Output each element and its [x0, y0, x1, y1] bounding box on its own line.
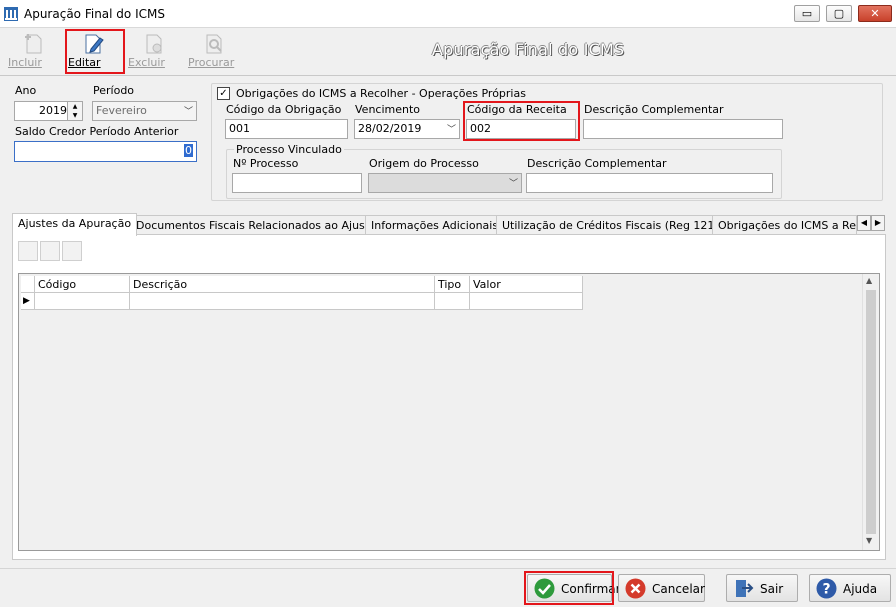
periodo-label: Período: [93, 84, 135, 97]
obrigacoes-label: Obrigações do ICMS a Recolher - Operaçõe…: [236, 87, 526, 100]
bottom-bar: Confirmar Cancelar Sair ? Ajuda: [0, 568, 896, 607]
ajuda-label: Ajuda: [843, 582, 878, 596]
grid-cell-valor[interactable]: [470, 293, 583, 310]
grid-add-icon[interactable]: [18, 241, 38, 261]
maximize-button[interactable]: ▢: [826, 5, 852, 22]
screen-title: Apuração Final do ICMS: [432, 40, 625, 59]
processo-group-label: Processo Vinculado: [234, 143, 344, 156]
tab-obrigacoes[interactable]: Obrigações do ICMS a Rec: [712, 215, 857, 235]
scroll-thumb[interactable]: [866, 290, 876, 534]
grid-header-descricao[interactable]: Descrição: [130, 276, 435, 293]
grid-indicator-header: [21, 276, 35, 293]
excluir-button[interactable]: Excluir: [128, 30, 180, 72]
grid-scrollbar[interactable]: ▲ ▼: [862, 274, 879, 550]
codigo-obrigacao-label: Código da Obrigação: [226, 103, 342, 116]
row-pointer-icon: ▶: [21, 293, 35, 310]
tab-ajustes[interactable]: Ajustes da Apuração: [12, 213, 138, 236]
saldo-label: Saldo Credor Período Anterior: [15, 125, 179, 138]
saldo-field[interactable]: 0: [14, 141, 197, 162]
tab-strip: Ajustes da Apuração Documentos Fiscais R…: [12, 213, 886, 236]
ano-spinner[interactable]: ▲ ▼: [67, 101, 83, 121]
vencimento-date-picker[interactable]: 28/02/2019 ﹀: [354, 119, 460, 139]
vencimento-label: Vencimento: [355, 103, 421, 116]
new-document-icon: [25, 34, 42, 54]
excluir-label: Excluir: [128, 56, 165, 69]
app-icon: [4, 7, 18, 21]
descricao-compl-field[interactable]: [583, 119, 783, 139]
grid-delete-icon[interactable]: [62, 241, 82, 261]
sair-button[interactable]: Sair: [726, 574, 798, 602]
tab-informacoes[interactable]: Informações Adicionais: [365, 215, 505, 235]
window-title: Apuração Final do ICMS: [24, 7, 165, 21]
codigo-receita-highlight: [463, 101, 580, 141]
grid-header-tipo[interactable]: Tipo: [435, 276, 470, 293]
ajustes-grid: Código Descrição Tipo Valor ▶ ▲ ▼: [18, 273, 880, 551]
descricao-compl2-field[interactable]: [526, 173, 773, 193]
grid-cell-descricao[interactable]: [130, 293, 435, 310]
origem-select[interactable]: ﹀: [368, 173, 522, 193]
periodo-value: Fevereiro: [96, 104, 147, 117]
title-bar: Apuração Final do ICMS ▭ ▢ ✕: [0, 0, 896, 28]
nprocesso-field[interactable]: [232, 173, 362, 193]
saldo-value: 0: [184, 144, 193, 157]
delete-document-icon: [146, 34, 162, 54]
periodo-select[interactable]: Fevereiro ﹀: [92, 101, 197, 121]
cancelar-button[interactable]: Cancelar: [618, 574, 705, 602]
minimize-button[interactable]: ▭: [794, 5, 820, 22]
exit-door-icon: [736, 580, 754, 597]
obrigacoes-checkbox[interactable]: ✓: [217, 87, 230, 100]
tab-scroll-right-icon[interactable]: ▶: [871, 215, 885, 231]
grid-edit-icon[interactable]: [40, 241, 60, 261]
ano-field[interactable]: 2019: [14, 101, 72, 121]
tab-page-ajustes: Código Descrição Tipo Valor ▶ ▲ ▼: [12, 234, 886, 560]
ano-label: Ano: [15, 84, 37, 97]
grid-header-codigo[interactable]: Código: [35, 276, 130, 293]
origem-label: Origem do Processo: [369, 157, 479, 170]
confirmar-highlight: [524, 571, 614, 605]
chevron-down-icon: ﹀: [446, 125, 456, 135]
descricao-compl-label: Descrição Complementar: [584, 103, 724, 116]
toolbar: Incluir Editar Excluir Procurar Apuração…: [0, 28, 896, 76]
grid-toolbar: [18, 241, 84, 263]
header-panel: Ano 2019 ▲ ▼ Período Fevereiro ﹀ Saldo Cr…: [5, 78, 885, 204]
grid-cell-codigo[interactable]: [35, 293, 130, 310]
scroll-up-icon[interactable]: ▲: [866, 276, 872, 285]
cancelar-label: Cancelar: [652, 582, 705, 596]
tab-scroll-left-icon[interactable]: ◀: [857, 215, 871, 231]
chevron-down-icon: ﹀: [183, 107, 193, 117]
close-button[interactable]: ✕: [858, 5, 892, 22]
incluir-label: Incluir: [8, 56, 42, 69]
search-document-icon: [206, 34, 222, 54]
incluir-button[interactable]: Incluir: [8, 30, 60, 72]
ajuda-button[interactable]: ? Ajuda: [809, 574, 891, 602]
tab-creditos[interactable]: Utilização de Créditos Fiscais (Reg 1210…: [496, 215, 732, 235]
descricao-compl2-label: Descrição Complementar: [527, 157, 667, 170]
vencimento-value: 28/02/2019: [358, 122, 422, 135]
grid-cell-tipo[interactable]: [435, 293, 470, 310]
sair-label: Sair: [760, 582, 784, 596]
tab-documentos[interactable]: Documentos Fiscais Relacionados ao Ajust…: [130, 215, 382, 235]
nprocesso-label: Nº Processo: [233, 157, 299, 170]
codigo-obrigacao-field[interactable]: 001: [225, 119, 348, 139]
grid-header-valor[interactable]: Valor: [470, 276, 583, 293]
procurar-button[interactable]: Procurar: [188, 30, 240, 72]
procurar-label: Procurar: [188, 56, 235, 69]
scroll-down-icon[interactable]: ▼: [866, 536, 872, 545]
cancel-icon: [625, 578, 646, 599]
chevron-down-icon: ﹀: [508, 179, 518, 189]
svg-text:?: ?: [822, 582, 830, 598]
help-icon: ?: [816, 578, 837, 599]
editar-highlight: [65, 29, 125, 74]
